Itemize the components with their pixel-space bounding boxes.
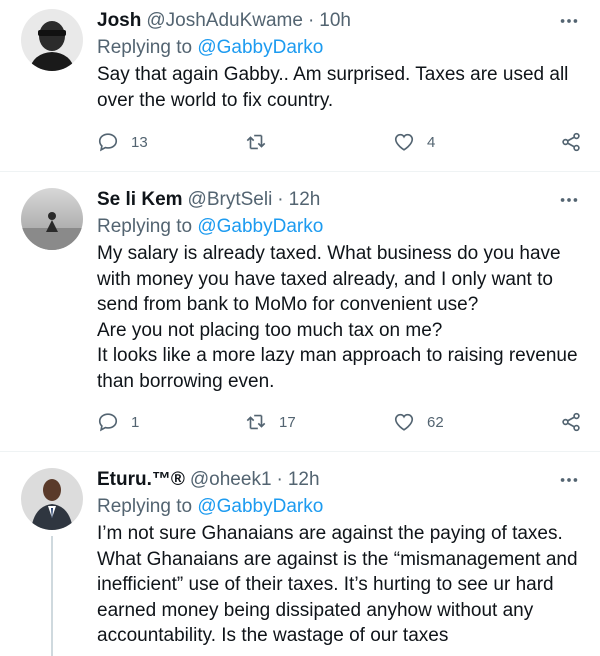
reply-button[interactable]: 1 [97, 411, 245, 433]
like-count: 62 [427, 413, 444, 431]
tweet-text-line: My salary is already taxed. What busines… [97, 243, 561, 264]
tweet-text-line: It looks like a more lazy man approach t… [97, 345, 578, 366]
share-icon [562, 412, 580, 432]
tweet-text-line: Say that again Gabby.. Am surprised. Tax… [97, 64, 569, 85]
tweet-actions: 1 17 62 [97, 411, 582, 433]
tweet-text-line: with money you have taxed already, and I… [97, 268, 553, 290]
more-options-button[interactable] [556, 188, 582, 212]
tweet-text-line: over the world to fix country. [97, 89, 334, 111]
reply-icon [98, 133, 118, 152]
like-button[interactable]: 62 [393, 411, 541, 433]
replying-to: Replying to @GabbyDarko [97, 215, 582, 239]
more-options-button[interactable] [556, 9, 582, 33]
replying-to: Replying to @GabbyDarko [97, 36, 582, 60]
user-handle[interactable]: @oheek1 [190, 468, 272, 492]
timestamp[interactable]: 12h [289, 188, 321, 212]
tweet[interactable]: Josh @JoshAduKwame · 10h Replying to @Ga… [0, 0, 600, 172]
tweet-text-line: send from bank to MoMo for convenient us… [97, 294, 479, 315]
mention-link[interactable]: @GabbyDarko [197, 496, 323, 517]
tweet[interactable]: Eturu.™® @oheek1 · 12h Replying to @Gabb… [0, 452, 600, 656]
avatar[interactable] [21, 188, 83, 250]
reply-count: 13 [131, 133, 148, 151]
more-icon [560, 19, 578, 23]
user-handle[interactable]: @BrytSeli [188, 188, 273, 212]
retweet-icon [246, 414, 266, 430]
avatar[interactable] [21, 9, 83, 71]
retweet-count: 17 [279, 413, 296, 431]
mention-link[interactable]: @GabbyDarko [197, 216, 323, 237]
share-icon [562, 132, 580, 152]
retweet-button[interactable] [245, 131, 393, 153]
like-count: 4 [427, 133, 436, 151]
avatar[interactable] [21, 468, 83, 530]
user-handle[interactable]: @JoshAduKwame [146, 9, 303, 33]
retweet-button[interactable]: 17 [245, 411, 393, 433]
share-button[interactable] [560, 411, 582, 433]
reply-count: 1 [131, 413, 140, 431]
display-name[interactable]: Eturu.™® [97, 468, 185, 492]
thread-line [51, 536, 53, 656]
share-button[interactable] [560, 131, 582, 153]
tweet-actions: 13 4 [97, 131, 582, 153]
replying-to: Replying to @GabbyDarko [97, 495, 582, 519]
tweet-text-line: accountability. Is the wastage of our ta… [97, 625, 449, 646]
replying-to-label: Replying to [97, 496, 193, 517]
retweet-icon [246, 134, 266, 150]
tweet-text-line: earned money being dissipated anyhow wit… [97, 599, 534, 621]
replying-to-label: Replying to [97, 216, 193, 237]
tweet-text: Say that again Gabby.. Am surprised. Tax… [97, 62, 582, 113]
display-name[interactable]: Josh [97, 9, 141, 33]
more-icon [560, 198, 578, 202]
like-icon [394, 413, 414, 431]
more-options-button[interactable] [556, 468, 582, 492]
mention-link[interactable]: @GabbyDarko [197, 37, 323, 58]
separator-dot: · [307, 10, 315, 31]
like-icon [394, 133, 414, 151]
tweet-text: My salary is already taxed. What busines… [97, 241, 582, 394]
timestamp[interactable]: 12h [288, 468, 320, 492]
reply-button[interactable]: 13 [97, 131, 245, 153]
separator-dot: · [276, 469, 283, 490]
more-icon [560, 478, 578, 482]
display-name[interactable]: Se li Kem [97, 188, 183, 212]
tweet-text: I’m not sure Ghanaians are against the p… [97, 521, 582, 649]
tweet[interactable]: Se li Kem @BrytSeli · 12h Replying to @G… [0, 172, 600, 452]
separator-dot: · [277, 189, 284, 210]
tweet-text-line: What Ghanaians are against is the “misma… [97, 548, 578, 570]
tweet-text-line: inefficient” use of their taxes. It’s hu… [97, 574, 554, 595]
replying-to-label: Replying to [97, 37, 193, 58]
like-button[interactable]: 4 [393, 131, 541, 153]
reply-icon [98, 413, 118, 432]
tweet-text-line: than borrowing even. [97, 370, 275, 392]
timestamp[interactable]: 10h [319, 9, 351, 33]
tweet-text-line: I’m not sure Ghanaians are against the p… [97, 523, 563, 544]
tweet-text-line: Are you not placing too much tax on me? [97, 319, 443, 341]
